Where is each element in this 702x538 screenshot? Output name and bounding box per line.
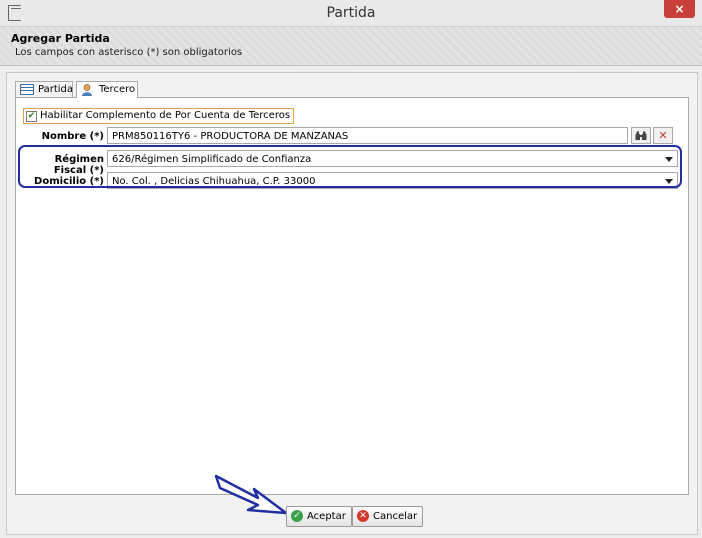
checkmark-icon: ✔ <box>26 111 37 122</box>
title-bar: Partida × <box>0 0 702 27</box>
cancel-button[interactable]: ✕ Cancelar <box>352 506 424 527</box>
header-title: Agregar Partida <box>11 32 110 45</box>
nombre-field[interactable]: PRM850116TY6 - PRODUCTORA DE MANZANAS <box>107 127 628 144</box>
pointer-arrow-icon <box>214 474 288 515</box>
accept-label: Aceptar <box>307 511 346 522</box>
cancel-label: Cancelar <box>373 511 418 522</box>
tab-partida[interactable]: Partida <box>15 81 73 97</box>
close-button[interactable]: × <box>664 0 695 18</box>
close-icon: ✕ <box>658 129 668 142</box>
highlight-annotation <box>18 145 682 188</box>
binoculars-icon <box>635 129 647 142</box>
tab-tercero-label: Tercero <box>99 84 136 95</box>
accept-button[interactable]: ✓ Aceptar <box>286 506 352 527</box>
search-button[interactable] <box>631 127 651 144</box>
tab-tercero[interactable]: Tercero <box>76 81 138 98</box>
tab-partida-label: Partida <box>38 84 73 95</box>
dialog-header: Agregar Partida Los campos con asterisco… <box>0 27 702 66</box>
check-icon: ✓ <box>291 510 303 522</box>
habilitar-complemento-checkbox[interactable]: ✔ Habilitar Complemento de Por Cuenta de… <box>23 108 295 124</box>
clear-button[interactable]: ✕ <box>653 127 673 144</box>
checkbox-label: Habilitar Complemento de Por Cuenta de T… <box>40 110 291 121</box>
header-subtitle: Los campos con asterisco (*) son obligat… <box>15 47 243 58</box>
cancel-icon: ✕ <box>357 510 369 522</box>
nombre-label: Nombre (*) <box>41 131 104 142</box>
window-title: Partida <box>326 5 376 21</box>
person-icon <box>81 84 93 101</box>
